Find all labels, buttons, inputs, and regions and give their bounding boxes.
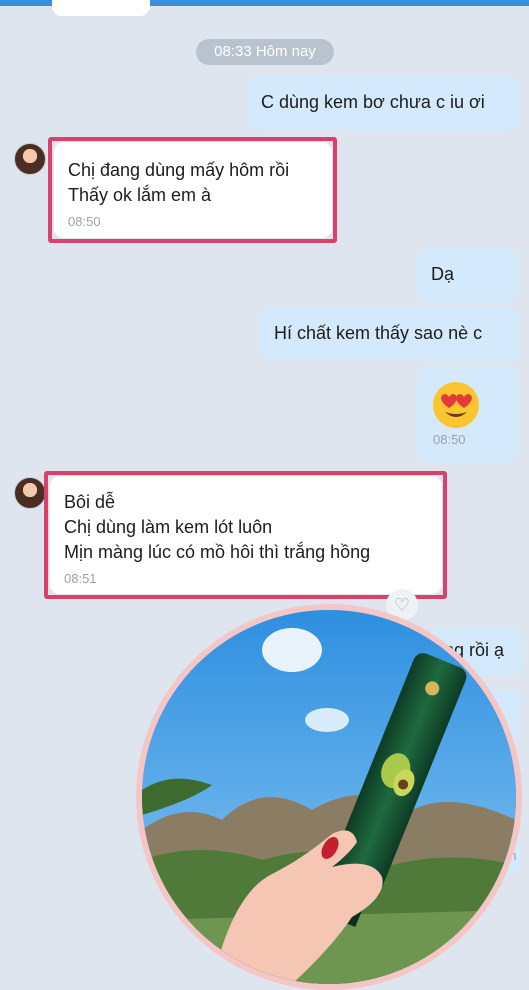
message-text: Hí chất kem thấy sao nè c [274,323,483,343]
date-separator: 08:33 Hôm nay [196,39,334,65]
message-text: C dùng kem bơ chưa c iu ơi [261,92,485,112]
sender-avatar[interactable] [14,143,46,175]
heart-eyes-emoji-icon [433,382,479,428]
outgoing-message[interactable]: Hí chất kem thấy sao nè c [260,307,518,361]
outgoing-message[interactable]: C dùng kem bơ chưa c iu ơi [247,76,519,130]
product-photo-image [142,610,516,984]
product-photo [136,604,522,990]
highlight-frame [48,137,337,243]
message-time: 08:50 [433,432,466,447]
outgoing-message[interactable]: Dạ [417,248,518,302]
highlight-frame [44,471,447,599]
message-text: Dạ [431,264,455,284]
previous-message-stub [52,0,150,16]
sender-avatar[interactable] [14,477,46,509]
